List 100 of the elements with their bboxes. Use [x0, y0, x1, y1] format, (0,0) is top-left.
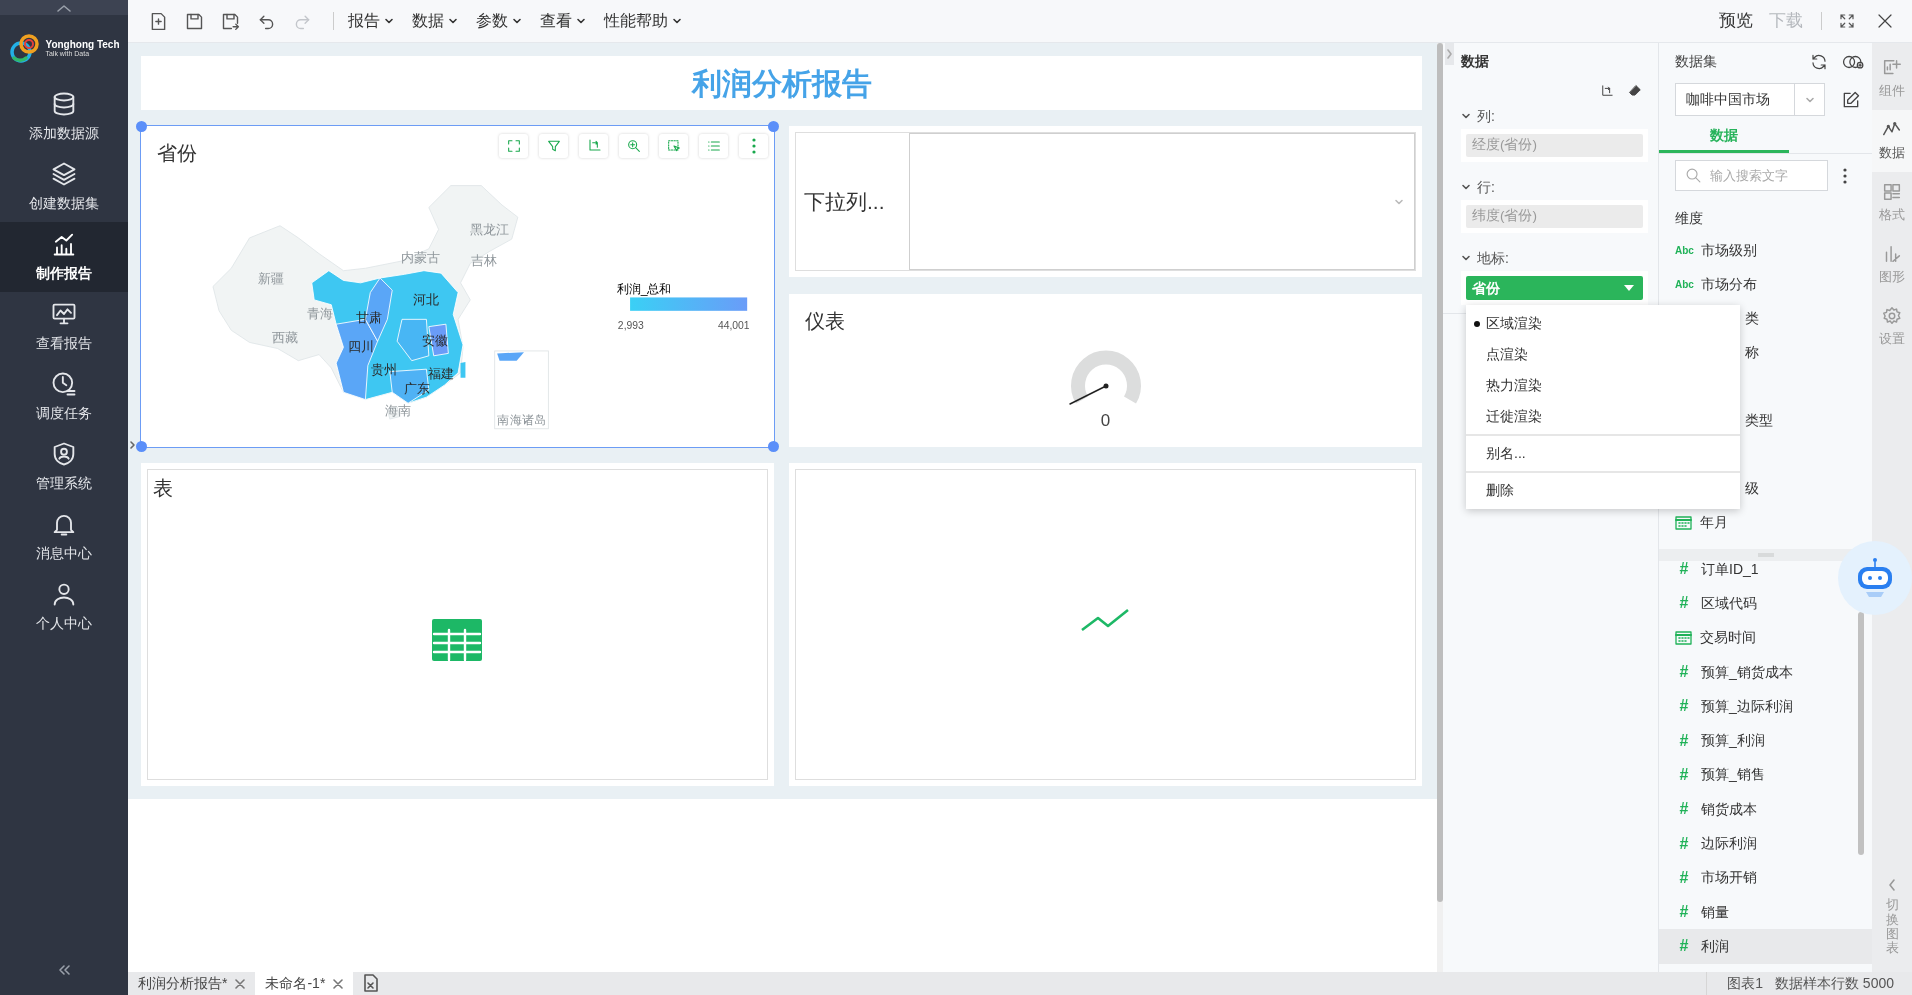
- more-icon[interactable]: [1842, 166, 1848, 185]
- section-label: 行:: [1477, 177, 1495, 197]
- field-name[interactable]: 利润: [1701, 935, 1729, 957]
- text-type-label: Abc: [1675, 243, 1693, 258]
- swap-axes-icon[interactable]: [1599, 84, 1614, 99]
- menu-item[interactable]: 别名...: [1466, 438, 1740, 469]
- refresh-icon[interactable]: [1810, 52, 1828, 71]
- fullscreen-icon[interactable]: [1838, 12, 1856, 30]
- number-type-label: #: [1678, 799, 1690, 820]
- legend-max: 44,001: [717, 320, 750, 332]
- clock-icon: [50, 370, 78, 398]
- province-label: 安徽: [421, 332, 448, 348]
- province-label: 黑龙江: [470, 222, 510, 238]
- nav-item[interactable]: 个人中心: [0, 572, 128, 642]
- caret-icon: [512, 16, 522, 26]
- caret-icon: [1623, 284, 1635, 292]
- field-name[interactable]: 预算_边际利润: [1701, 695, 1793, 717]
- zoom-in-icon: [625, 138, 642, 154]
- menu-item[interactable]: 热力渲染: [1466, 370, 1740, 401]
- province-label: 南海诸岛: [497, 413, 546, 426]
- caret-icon: [448, 16, 458, 26]
- menu-button[interactable]: 数据: [412, 9, 458, 33]
- nav-item[interactable]: 消息中心: [0, 502, 128, 572]
- eraser-icon[interactable]: [1628, 84, 1642, 98]
- menu-button[interactable]: 参数: [476, 9, 522, 33]
- field-name[interactable]: 预算_销货成本: [1701, 661, 1793, 683]
- menu-item[interactable]: 点渲染: [1466, 339, 1740, 370]
- field-name[interactable]: 边际利润: [1701, 833, 1757, 854]
- widget-tool-button[interactable]: [499, 134, 528, 158]
- excel-file-icon[interactable]: [363, 974, 380, 992]
- gauge-value: 0: [1100, 409, 1111, 432]
- number-type-label: #: [1678, 730, 1690, 751]
- field-name[interactable]: 销量: [1701, 901, 1729, 923]
- menu-item[interactable]: 删除: [1466, 475, 1740, 506]
- calendar-icon: [1675, 514, 1692, 530]
- section-label: 地标:: [1477, 248, 1509, 268]
- search-field[interactable]: 输入搜索文字: [1675, 160, 1828, 191]
- field-name[interactable]: 交易时间: [1700, 627, 1756, 649]
- search-icon: [1685, 167, 1702, 184]
- nav-item[interactable]: 制作报告: [0, 222, 128, 292]
- edit-icon[interactable]: [1841, 89, 1861, 110]
- field-name[interactable]: 市场分布: [1701, 273, 1757, 295]
- calendar-icon: [1675, 630, 1692, 646]
- logo-text: Yonghong Tech: [45, 40, 120, 50]
- menu-button[interactable]: 报告: [348, 9, 394, 33]
- dropdown-label: 下拉列...: [803, 188, 886, 215]
- number-type-label: #: [1678, 559, 1690, 580]
- section-label: 列:: [1477, 106, 1495, 126]
- field-name[interactable]: 级: [1745, 477, 1759, 499]
- nav-item[interactable]: 创建数据集: [0, 152, 128, 222]
- side-tab[interactable]: 数据: [1872, 110, 1912, 172]
- field-name[interactable]: 年月: [1700, 511, 1728, 533]
- province-label: 吉林: [470, 252, 497, 268]
- menu-item[interactable]: 迁徙渲染: [1466, 401, 1740, 432]
- nav-item[interactable]: 添加数据源: [0, 82, 128, 152]
- chevron-down-icon: [1461, 253, 1471, 263]
- widget-tool-button[interactable]: [659, 134, 688, 158]
- field-name[interactable]: 称: [1745, 341, 1759, 363]
- widget-title: 仪表: [805, 309, 845, 334]
- field-name[interactable]: 类型: [1745, 409, 1773, 431]
- widget-tool-button[interactable]: [539, 134, 568, 158]
- field-name[interactable]: 预算_利润: [1701, 730, 1765, 752]
- document-tab[interactable]: 未命名-1*: [255, 972, 354, 995]
- double-chevron-left-icon[interactable]: [57, 964, 71, 976]
- menu-item[interactable]: 区域渲染: [1466, 308, 1740, 339]
- field-name[interactable]: 市场级别: [1701, 239, 1757, 261]
- caret-icon: [672, 16, 682, 26]
- number-type-label: #: [1678, 593, 1690, 614]
- nav-item[interactable]: 调度任务: [0, 362, 128, 432]
- number-type-label: #: [1678, 867, 1690, 888]
- resize-handle[interactable]: [136, 441, 147, 452]
- legend-min: 2,993: [617, 320, 644, 332]
- number-type-label: #: [1678, 764, 1690, 785]
- field-name[interactable]: 订单ID_1: [1701, 558, 1759, 580]
- scrollbar[interactable]: [1437, 43, 1443, 902]
- dataset-select[interactable]: 咖啡中国市场: [1675, 83, 1825, 116]
- action-link[interactable]: 预览: [1719, 8, 1753, 34]
- province-label: 福建: [428, 365, 455, 381]
- resize-handle[interactable]: [768, 121, 779, 132]
- field-name[interactable]: 类: [1745, 307, 1759, 329]
- nav-item[interactable]: 查看报告: [0, 292, 128, 362]
- resize-handle[interactable]: [768, 441, 779, 452]
- resize-handle[interactable]: [136, 121, 147, 132]
- number-type-label: #: [1678, 833, 1690, 854]
- collapse-up-icon[interactable]: [55, 2, 73, 13]
- close-icon[interactable]: [1876, 12, 1894, 30]
- menu-button[interactable]: 性能帮助: [604, 9, 682, 33]
- field-name[interactable]: 预算_销售: [1701, 764, 1765, 786]
- close-icon: [333, 978, 344, 989]
- scrollbar[interactable]: [1858, 612, 1864, 855]
- widget-tool-button[interactable]: [619, 134, 648, 158]
- filter-icon: [545, 138, 562, 154]
- nav-item[interactable]: 管理系统: [0, 432, 128, 502]
- field-name[interactable]: 区域代码: [1701, 592, 1757, 614]
- menu-button[interactable]: 查看: [540, 9, 586, 33]
- caret-icon: [384, 16, 394, 26]
- document-tab[interactable]: 利润分析报告*: [128, 972, 256, 995]
- field-name[interactable]: 市场开销: [1701, 867, 1757, 889]
- table-icon: [431, 618, 483, 662]
- field-name[interactable]: 销货成本: [1701, 798, 1757, 820]
